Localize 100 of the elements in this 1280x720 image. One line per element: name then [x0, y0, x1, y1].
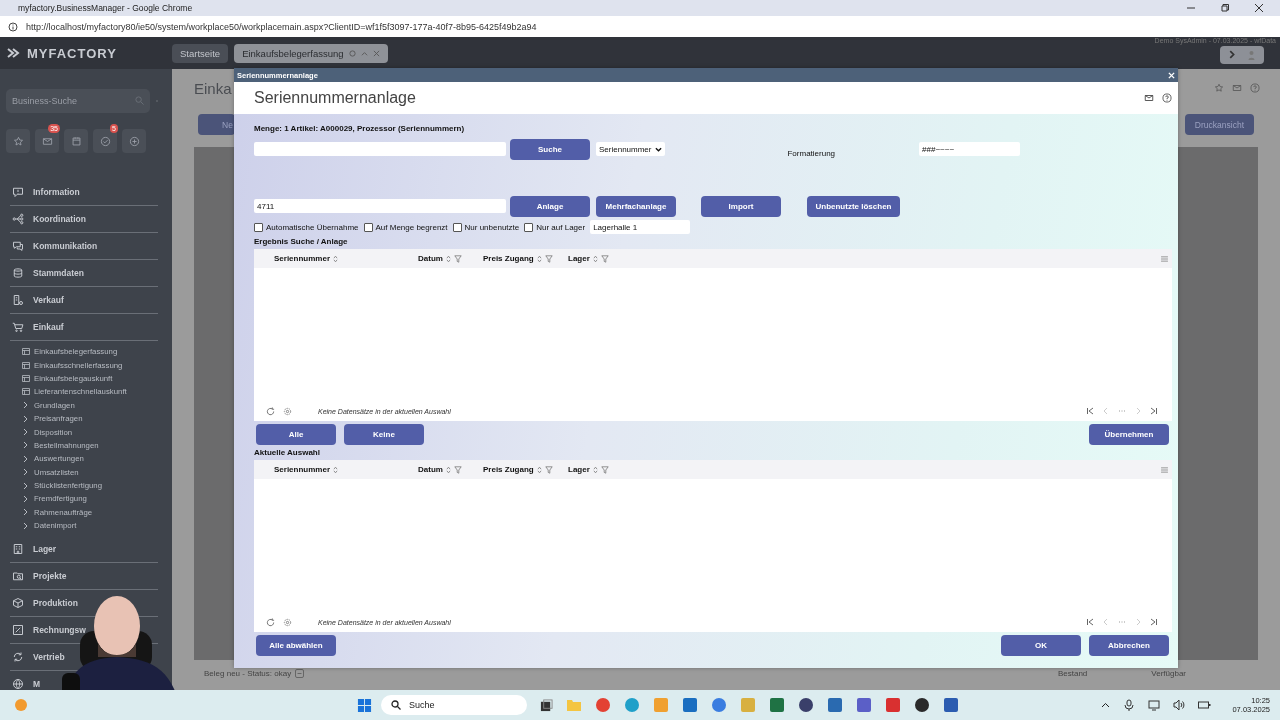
volume-icon[interactable]	[1173, 699, 1186, 711]
table-icon	[22, 361, 30, 369]
tab[interactable]: Startseite	[172, 43, 229, 63]
battery-icon[interactable]	[1198, 700, 1212, 710]
caret-icon[interactable]	[360, 49, 368, 57]
tab[interactable]: Einkaufsbelegerfassung	[234, 43, 388, 63]
lock-icon[interactable]	[798, 697, 814, 713]
action-button[interactable]: OK	[1001, 635, 1081, 656]
sort-icon	[536, 254, 542, 263]
column-header[interactable]: Datum	[418, 254, 483, 263]
search-button[interactable]: Suche	[510, 138, 590, 160]
last-page-icon[interactable]	[1150, 618, 1158, 626]
mail-icon[interactable]	[1144, 93, 1154, 103]
chevron-up-icon[interactable]	[1101, 702, 1111, 708]
quick-button[interactable]	[35, 129, 59, 153]
sidebar-item[interactable]: Projekte	[10, 570, 67, 583]
settings-icon[interactable]	[283, 617, 292, 627]
sidebar-item[interactable]: Rechnungsw	[10, 624, 86, 637]
recorder-icon[interactable]	[914, 697, 930, 713]
sidebar-item[interactable]: Koordination	[10, 213, 86, 225]
column-header[interactable]: Lager	[568, 465, 609, 474]
refresh-icon[interactable]	[348, 49, 356, 57]
warehouse-field[interactable]: Lagerhalle 1	[590, 220, 691, 234]
column-header[interactable]: Preis Zugang	[483, 254, 568, 263]
first-page-icon[interactable]	[1086, 407, 1094, 415]
sort-icon	[592, 465, 598, 474]
sidebar-item[interactable]: Produktion	[10, 597, 78, 610]
start-icon[interactable]	[357, 697, 372, 713]
menu-icon[interactable]	[1161, 466, 1168, 473]
task-view-icon[interactable]	[540, 698, 553, 712]
restore-icon[interactable]	[1220, 3, 1230, 13]
minus-box-icon[interactable]	[295, 668, 305, 678]
action-button[interactable]: Abbrechen	[1089, 635, 1169, 656]
app-icon[interactable]	[885, 697, 901, 713]
format-field[interactable]: ###~~~~	[919, 142, 1021, 156]
mail-app-icon[interactable]	[682, 697, 698, 713]
refresh-icon[interactable]	[266, 406, 275, 416]
caret-icon	[655, 146, 663, 152]
logo-icon	[7, 47, 21, 59]
checkbox[interactable]	[363, 222, 373, 232]
column-header[interactable]: Seriennummer	[274, 465, 418, 474]
refresh-icon[interactable]	[266, 617, 275, 627]
chat-app-icon[interactable]	[856, 697, 872, 713]
chevron-icon[interactable]	[1228, 49, 1237, 59]
document-app-icon[interactable]	[943, 697, 959, 713]
app-icon[interactable]	[711, 697, 727, 713]
action-button[interactable]: Unbenutzte löschen	[807, 195, 900, 217]
sidebar-item[interactable]: Vertrieb	[10, 651, 65, 664]
filter-icon	[600, 254, 609, 263]
checkbox[interactable]	[524, 222, 534, 232]
serial-number-field[interactable]: 4711	[254, 199, 506, 213]
menu-icon[interactable]	[1161, 255, 1168, 262]
column-header[interactable]: Preis Zugang	[483, 465, 568, 474]
filter-icon	[544, 465, 553, 474]
action-button[interactable]: Import	[701, 195, 781, 217]
print-preview-button[interactable]: Druckansicht	[1184, 114, 1254, 135]
sidebar-item[interactable]: Stammdaten	[10, 267, 84, 279]
quick-button[interactable]	[64, 129, 88, 153]
network-icon[interactable]	[1148, 699, 1161, 711]
quick-button[interactable]	[6, 129, 30, 153]
sidebar-item[interactable]: M	[10, 678, 41, 691]
column-header[interactable]: Seriennummer	[274, 254, 418, 263]
quick-button[interactable]	[122, 129, 146, 153]
help-icon[interactable]	[1250, 83, 1260, 93]
sidebar-item[interactable]: Verkauf	[10, 294, 64, 306]
checkbox[interactable]	[254, 222, 263, 232]
filter-icon	[544, 254, 553, 263]
browser-icon[interactable]	[624, 697, 640, 713]
spreadsheet-icon[interactable]	[769, 697, 785, 713]
mode-dropdown[interactable]: Seriennummer	[596, 142, 666, 156]
photos-icon[interactable]	[653, 697, 669, 713]
weather-icon[interactable]	[14, 698, 28, 712]
info-icon[interactable]	[8, 21, 18, 32]
header-button-group[interactable]	[1220, 45, 1264, 64]
checkbox[interactable]	[452, 222, 462, 232]
sidebar-item[interactable]: Einkauf	[10, 321, 64, 333]
action-button[interactable]: Übernehmen	[1089, 424, 1169, 445]
column-header[interactable]: Lager	[568, 254, 609, 263]
search-field[interactable]: Business-Suche	[6, 89, 150, 113]
browser-icon[interactable]	[595, 697, 611, 713]
action-button[interactable]: Keine	[344, 424, 424, 445]
sidebar-item[interactable]: Kommunikation	[10, 240, 98, 252]
action-button[interactable]: Alle abwählen	[256, 635, 336, 656]
star-icon[interactable]	[1214, 83, 1224, 93]
microphone-icon[interactable]	[1123, 699, 1136, 711]
quick-button[interactable]	[93, 129, 117, 153]
close-icon[interactable]	[1254, 3, 1264, 13]
action-button[interactable]: Mehrfachanlage	[596, 195, 676, 217]
help-icon[interactable]	[1162, 93, 1172, 103]
action-button[interactable]: Anlage	[510, 195, 590, 217]
sidebar-item[interactable]: Information	[10, 186, 80, 198]
last-page-icon[interactable]	[1150, 407, 1158, 415]
app-icon[interactable]	[827, 697, 843, 713]
settings-icon[interactable]	[283, 406, 292, 416]
search-field[interactable]	[254, 142, 506, 156]
sidebar-item[interactable]: Lager	[10, 543, 57, 556]
taskbar-search-field[interactable]: Suche	[381, 695, 527, 715]
first-page-icon[interactable]	[1086, 618, 1094, 626]
column-header[interactable]: Datum	[418, 465, 483, 474]
action-button[interactable]: Alle	[256, 424, 336, 445]
